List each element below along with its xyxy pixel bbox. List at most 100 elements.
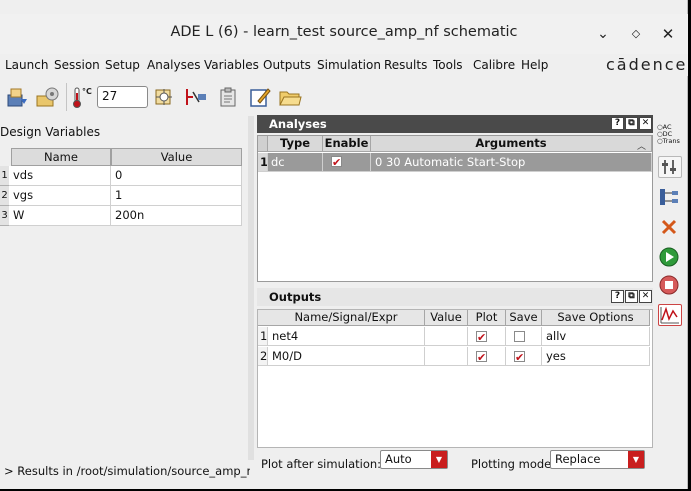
row-number: 1 [258,327,268,346]
output-value-cell [425,347,468,366]
analysis-radio-group[interactable]: ○AC ○DC ○Trans [657,124,685,154]
toolbar-separator [66,83,67,111]
column-header-plot[interactable]: Plot [468,310,506,326]
row-number: 3 [0,206,9,226]
menu-help[interactable]: Help [521,58,548,72]
sort-up-icon: ︿ [637,142,647,152]
row-number: 1 [258,153,268,172]
right-tool-strip: ○AC ○DC ○Trans [655,116,685,336]
column-header-save[interactable]: Save [506,310,542,326]
menu-simulation[interactable]: Simulation [317,58,381,72]
column-header-save-options[interactable]: Save Options [542,310,650,326]
column-header-name[interactable]: Name [11,148,111,166]
row-number: 2 [258,347,268,366]
plotting-mode-combo[interactable]: Replace ▼ [550,450,645,469]
temperature-input[interactable]: 27 [97,86,148,108]
chevron-down-icon[interactable]: ▼ [431,451,447,468]
outputs-float-button[interactable]: ⧉ [625,290,638,303]
delete-icon[interactable] [658,216,682,238]
output-plot-cell[interactable] [468,347,506,366]
menu-analyses[interactable]: Analyses [147,58,201,72]
edit-icon[interactable] [248,85,272,109]
save-checkbox[interactable] [514,331,525,342]
menu-session[interactable]: Session [54,58,100,72]
output-name-cell[interactable]: net4 [268,327,425,346]
title-bar: ADE L (6) - learn_test source_amp_nf sch… [0,14,688,54]
close-window-button[interactable]: ✕ [660,26,676,42]
variable-value-cell[interactable]: 200n [111,206,242,226]
netlist-icon[interactable] [184,85,208,109]
analyses-pane-title: Analyses [257,115,653,133]
minimize-button[interactable]: ⌄ [595,26,611,42]
output-save-cell[interactable] [506,347,542,366]
column-header-type[interactable]: Type [268,136,323,152]
column-header-enable[interactable]: Enable [323,136,371,152]
ade-window: ADE L (6) - learn_test source_amp_nf sch… [0,0,688,489]
column-header-value[interactable]: Value [425,310,468,326]
analyses-close-button[interactable]: ✕ [639,117,652,130]
load-state-icon[interactable] [5,85,29,109]
corner-header [258,136,268,152]
menu-results[interactable]: Results [384,58,427,72]
temperature-unit: °C [82,87,92,96]
plotting-mode-value: Replace [555,452,601,466]
radio-trans[interactable]: ○Trans [657,138,685,145]
variable-name-cell[interactable]: vds [9,166,111,186]
plot-outputs-icon[interactable] [658,304,682,326]
plot-after-simulation-label: Plot after simulation: [261,457,382,471]
netlist-tree-icon[interactable] [658,186,682,208]
outputs-pane-title: Outputs [257,288,653,306]
menu-bar: Launch Session Setup Analyses Variables … [0,54,688,76]
row-number: 2 [0,186,9,206]
output-value-cell [425,327,468,346]
menu-variables[interactable]: Variables [204,58,259,72]
column-header-name-signal-expr[interactable]: Name/Signal/Expr [268,310,425,326]
menu-tools[interactable]: Tools [433,58,463,72]
analyses-table: Type Enable Arguments ︿ 1 dc 0 30 Automa… [257,135,653,282]
save-checkbox[interactable] [514,349,525,365]
output-save-options-cell[interactable]: allv [542,327,650,346]
open-folder-icon[interactable] [278,85,302,109]
menu-launch[interactable]: Launch [5,58,48,72]
edit-models-icon[interactable] [152,85,176,109]
output-plot-cell[interactable] [468,327,506,346]
chevron-down-icon[interactable]: ▼ [628,451,644,468]
menu-calibre[interactable]: Calibre [473,58,515,72]
stop-simulation-icon[interactable] [658,274,682,296]
maximize-button[interactable]: ◇ [628,26,644,42]
output-save-options-cell[interactable]: yes [542,347,650,366]
column-header-value[interactable]: Value [111,148,242,166]
variable-name-cell[interactable]: vgs [9,186,111,206]
left-dock-splitter[interactable] [248,116,254,460]
output-save-cell[interactable] [506,327,542,346]
variable-value-cell[interactable]: 1 [111,186,242,206]
analysis-enable-checkbox[interactable] [331,154,342,171]
analysis-enable-cell[interactable] [323,153,371,172]
save-state-icon[interactable] [35,85,59,109]
tune-parameters-icon[interactable] [658,156,682,178]
analysis-arguments-cell[interactable]: 0 30 Automatic Start-Stop [371,153,652,172]
clipboard-icon[interactable] [216,85,240,109]
plot-after-simulation-combo[interactable]: Auto ▼ [380,450,448,469]
corner-header [258,310,268,326]
variable-value-cell[interactable]: 0 [111,166,242,186]
plot-checkbox[interactable] [476,329,487,345]
plot-checkbox[interactable] [476,349,487,365]
column-header-arguments[interactable]: Arguments [371,136,652,152]
outputs-close-button[interactable]: ✕ [639,290,652,303]
output-name-cell[interactable]: M0/D [268,347,425,366]
analysis-type-cell[interactable]: dc [268,153,323,172]
menu-outputs[interactable]: Outputs [263,58,311,72]
outputs-help-button[interactable]: ? [611,290,624,303]
plot-after-simulation-value: Auto [385,452,412,466]
run-simulation-icon[interactable] [658,246,682,268]
plotting-mode-label: Plotting mode: [471,457,556,471]
menu-setup[interactable]: Setup [105,58,140,72]
analyses-help-button[interactable]: ? [611,117,624,130]
variable-name-cell[interactable]: W [9,206,111,226]
temperature-icon: °C [72,85,94,109]
analyses-float-button[interactable]: ⧉ [625,117,638,130]
design-variables-title: Design Variables [0,125,101,139]
cadence-logo: cādence [606,55,688,74]
window-title: ADE L (6) - learn_test source_amp_nf sch… [170,24,518,40]
